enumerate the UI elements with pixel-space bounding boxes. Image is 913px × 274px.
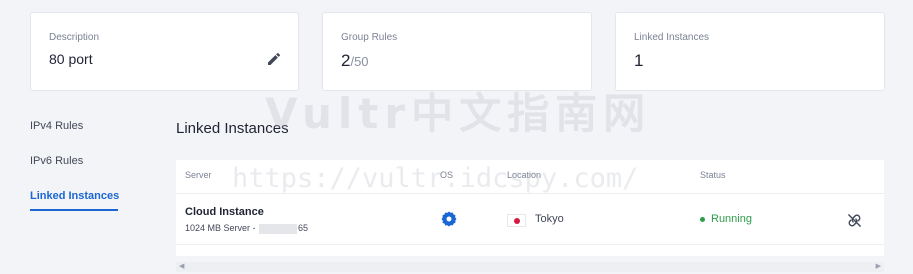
- status-dot-icon: [700, 216, 705, 222]
- location-value: Tokyo: [535, 213, 564, 225]
- description-value: 80 port: [49, 51, 93, 67]
- header-divider: [176, 193, 884, 194]
- sidebar-item-ipv4-rules[interactable]: IPv4 Rules: [30, 120, 83, 132]
- column-header-location: Location: [507, 170, 542, 180]
- server-detail-prefix: 1024 MB Server -: [185, 223, 256, 233]
- scroll-right-icon[interactable]: ▶: [876, 262, 881, 272]
- group-rules-label: Group Rules: [341, 32, 398, 43]
- column-header-server: Server: [185, 170, 212, 180]
- status-value: Running: [711, 213, 752, 225]
- description-label: Description: [49, 32, 100, 43]
- server-detail-suffix: 65: [298, 223, 309, 233]
- column-header-os: OS: [440, 170, 454, 180]
- linked-instances-table: Server OS Location Status Cloud Instance…: [176, 160, 884, 256]
- pencil-icon[interactable]: [266, 51, 282, 67]
- server-detail: 1024 MB Server - 65: [185, 223, 308, 234]
- group-rules-value: 2/50: [341, 51, 369, 71]
- server-name-link[interactable]: Cloud Instance: [185, 206, 264, 218]
- scroll-left-icon[interactable]: ◀: [179, 262, 184, 272]
- horizontal-scrollbar[interactable]: ◀ ▶: [176, 262, 884, 272]
- row-divider: [176, 244, 884, 245]
- japan-flag-icon: [507, 214, 526, 227]
- column-header-status: Status: [700, 170, 726, 180]
- sidebar-item-ipv6-rules[interactable]: IPv6 Rules: [30, 155, 83, 167]
- sidebar-item-linked-instances[interactable]: Linked Instances: [30, 190, 119, 202]
- description-card: Description 80 port: [30, 12, 299, 91]
- os-gear-icon: [441, 211, 457, 227]
- redacted-ip-block: [259, 223, 298, 234]
- linked-instances-count: 1: [634, 51, 644, 70]
- group-rules-card: Group Rules 2/50: [322, 12, 592, 91]
- group-rules-max: /50: [350, 54, 369, 69]
- linked-instances-card: Linked Instances 1: [615, 12, 885, 91]
- status-badge: Running: [700, 213, 752, 225]
- section-title: Linked Instances: [176, 120, 289, 137]
- unlink-icon[interactable]: [846, 212, 863, 229]
- linked-instances-label: Linked Instances: [634, 32, 710, 43]
- active-tab-indicator: [30, 209, 118, 211]
